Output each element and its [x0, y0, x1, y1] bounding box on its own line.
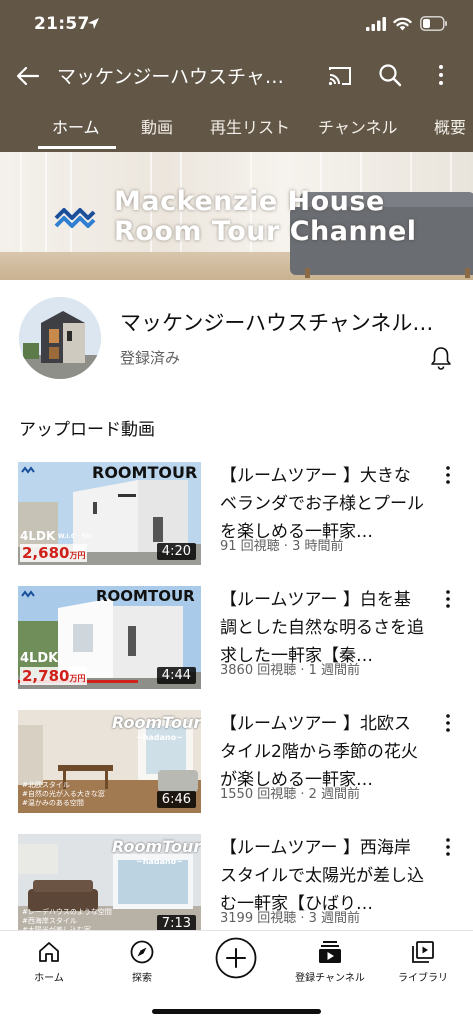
thumb-layout: 4LDK [20, 529, 56, 543]
compass-icon [130, 940, 154, 964]
video-item[interactable]: ROOMTOUR 4LDK 2,780万円 4:44 【ルームツアー 】白を基調… [0, 586, 473, 696]
notification-bell-icon[interactable] [429, 345, 453, 371]
video-meta: 3860 回視聴 · 1 週間前 [220, 663, 361, 678]
house-photo [19, 297, 101, 379]
video-more-icon[interactable] [441, 588, 455, 610]
thumb-badge: RoomTour [112, 837, 201, 856]
uploads-section-title: アップロード動画 [19, 420, 155, 440]
tab-about[interactable]: 概要 [434, 114, 466, 138]
nav-library[interactable]: ライブラリ [378, 939, 468, 984]
nav-home-label: ホーム [34, 973, 64, 984]
home-icon [39, 942, 59, 962]
banner-title-line1: Mackenzie House [114, 186, 385, 217]
cast-icon[interactable] [327, 63, 353, 89]
nav-subscriptions[interactable]: 登録チャンネル [285, 939, 375, 984]
video-duration: 6:46 [156, 791, 196, 808]
back-arrow-icon[interactable] [14, 62, 42, 90]
nav-home[interactable]: ホーム [4, 939, 94, 984]
video-title[interactable]: 【ルームツアー 】北欧スタイル2階から季節の花火が楽しめる一軒家… [220, 710, 425, 794]
video-more-icon[interactable] [441, 464, 455, 486]
thumb-subtitle: ~hadano~ [136, 733, 183, 742]
channel-title: マッケンジーハウスチャ… [57, 66, 284, 88]
battery-icon [420, 16, 447, 31]
search-icon[interactable] [377, 62, 403, 88]
video-item[interactable]: ROOMTOUR 4LDK W.I.C · SIC 2,680万円 4:20 【… [0, 462, 473, 572]
thumb-badge: ROOMTOUR [92, 463, 198, 482]
nav-create[interactable] [191, 937, 281, 979]
thumb-price: 2,780万円 [20, 667, 88, 685]
nav-library-label: ライブラリ [398, 973, 448, 984]
channel-banner: Mackenzie House Room Tour Channel [0, 152, 473, 280]
channel-tabs: ホーム 動画 再生リスト チャンネル 概要 [0, 102, 473, 152]
tab-home[interactable]: ホーム [52, 114, 100, 138]
thumb-subtitle: ~hadano~ [136, 857, 183, 866]
subscriptions-icon [319, 941, 341, 963]
tab-playlists[interactable]: 再生リスト [210, 114, 290, 138]
location-arrow-icon [88, 18, 99, 29]
video-meta: 1550 回視聴 · 2 週間前 [220, 787, 361, 802]
channel-name: マッケンジーハウスチャンネル… [120, 311, 434, 335]
video-more-icon[interactable] [441, 836, 455, 858]
video-thumbnail[interactable]: RoomTour ~hadano~ #北欧スタイル #自然の光が入る大きな窓 #… [18, 710, 201, 813]
thumb-note: #温かみのある空間 [22, 799, 84, 807]
video-item[interactable]: RoomTour ~hadano~ #レーデハウスのような空間 #西海岸スタイル… [0, 834, 473, 944]
nav-subscriptions-label: 登録チャンネル [295, 973, 365, 984]
video-meta: 3199 回視聴 · 3 週間前 [220, 911, 361, 926]
status-time: 21:57 [34, 14, 90, 34]
video-title[interactable]: 【ルームツアー 】白を基調とした自然な明るさを追求した一軒家【秦… [220, 586, 425, 670]
wifi-icon [393, 17, 412, 31]
thumb-price: 2,680万円 [20, 544, 88, 562]
video-thumbnail[interactable]: RoomTour ~hadano~ #レーデハウスのような空間 #西海岸スタイル… [18, 834, 201, 937]
thumb-extra: W.I.C · SIC [58, 533, 93, 540]
video-thumbnail[interactable]: ROOMTOUR 4LDK W.I.C · SIC 2,680万円 4:20 [18, 462, 201, 565]
video-meta: 91 回視聴 · 3 時間前 [220, 539, 344, 554]
tab-channels[interactable]: チャンネル [318, 114, 398, 138]
video-duration: 4:20 [156, 543, 196, 560]
status-bar: 21:57 [0, 0, 473, 50]
video-duration: 4:44 [156, 667, 196, 684]
home-indicator [152, 1009, 321, 1014]
brand-logo-icon [21, 466, 35, 474]
thumb-badge: RoomTour [112, 713, 201, 732]
video-title[interactable]: 【ルームツアー 】西海岸スタイルで太陽光が差し込む一軒家【ひばり… [220, 834, 425, 918]
subscribed-status[interactable]: 登録済み [120, 347, 180, 368]
banner-title-line2: Room Tour Channel [114, 216, 417, 247]
brand-logo-icon [21, 590, 35, 598]
tab-videos[interactable]: 動画 [141, 114, 173, 138]
video-title[interactable]: 【ルームツアー 】大きなベランダでお子様とプールを楽しめる一軒家… [220, 462, 425, 546]
channel-header: 21:57 マッケンジーハウスチャ… ホーム 動画 再生リスト チャンネル 概要 [0, 0, 473, 152]
signal-icon [366, 17, 386, 31]
video-more-icon[interactable] [441, 712, 455, 734]
video-thumbnail[interactable]: ROOMTOUR 4LDK 2,780万円 4:44 [18, 586, 201, 689]
app-bar: マッケンジーハウスチャ… [0, 50, 473, 102]
thumb-layout: 4LDK [20, 651, 59, 666]
nav-explore[interactable]: 探索 [97, 939, 187, 984]
library-icon [412, 941, 434, 963]
active-tab-indicator [38, 146, 116, 149]
brand-logo-icon [54, 208, 96, 228]
add-icon [215, 937, 257, 979]
nav-explore-label: 探索 [132, 973, 152, 984]
more-vertical-icon[interactable] [428, 62, 454, 88]
channel-avatar[interactable] [19, 297, 101, 379]
thumb-badge: ROOMTOUR [96, 587, 195, 605]
video-item[interactable]: RoomTour ~hadano~ #北欧スタイル #自然の光が入る大きな窓 #… [0, 710, 473, 820]
